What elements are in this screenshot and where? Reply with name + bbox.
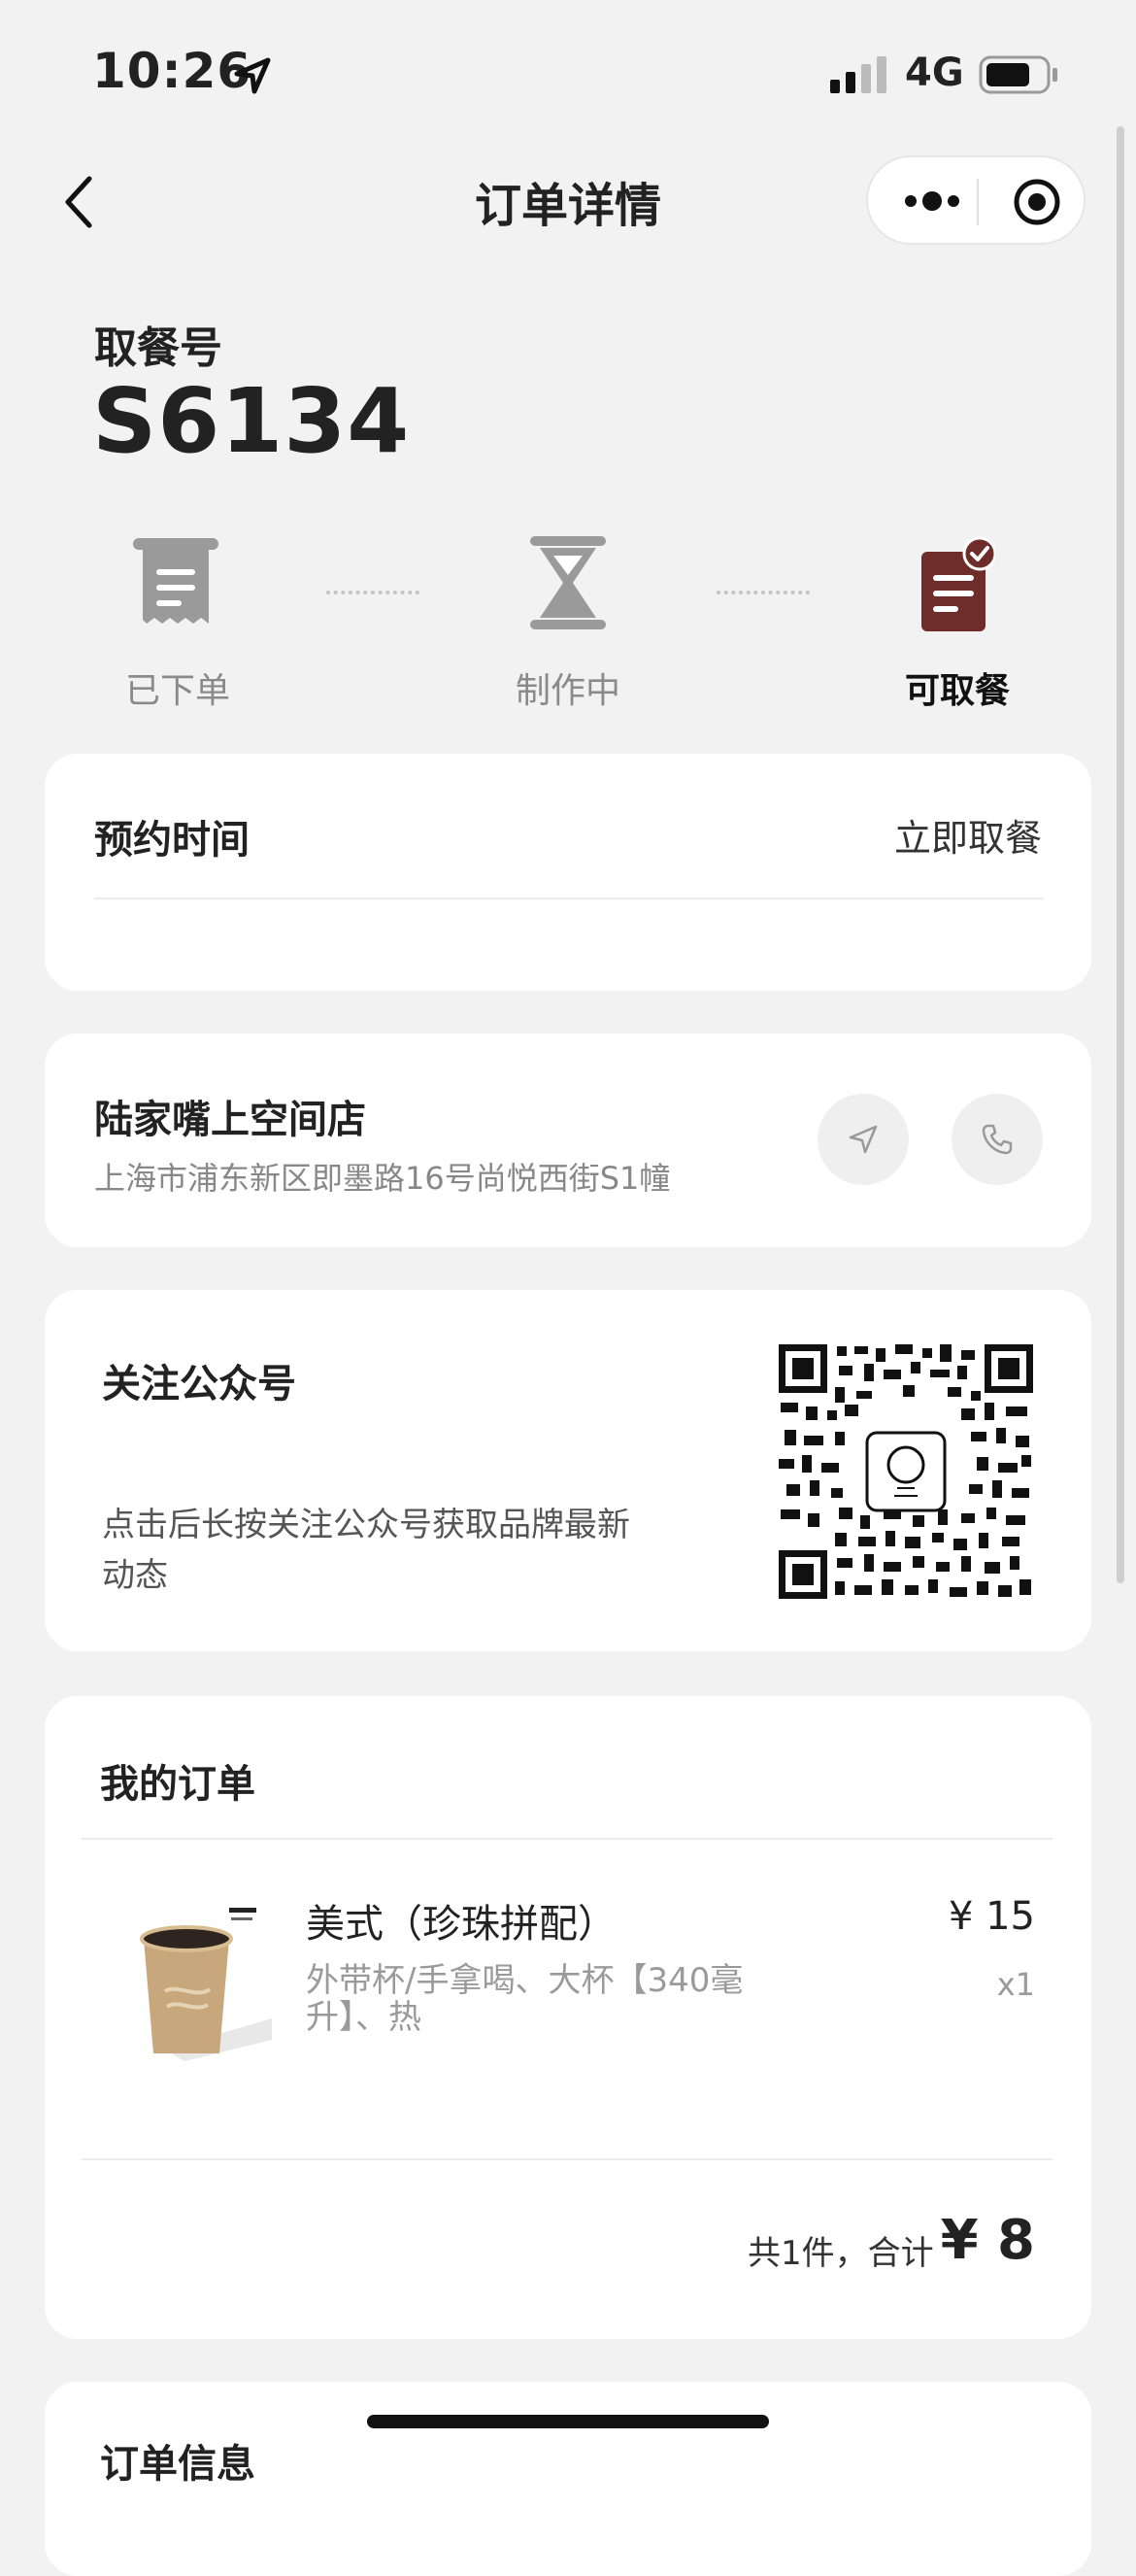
pickup-number: S6134 — [92, 369, 411, 473]
reservation-label: 预约时间 — [94, 818, 250, 863]
reservation-card — [45, 754, 1091, 991]
status-time: 10:26 — [92, 43, 252, 99]
location-arrow-icon — [234, 57, 271, 94]
my-order-title: 我的订单 — [100, 1762, 255, 1807]
step-connector — [326, 591, 419, 594]
qr-code-image[interactable] — [777, 1342, 1035, 1601]
step-making-label: 制作中 — [515, 671, 620, 711]
cellular-signal-icon — [830, 56, 886, 93]
navigate-button[interactable] — [818, 1094, 909, 1185]
total-label: 共1件，合计 — [748, 2234, 934, 2273]
hourglass-icon — [530, 536, 606, 629]
network-type: 4G — [905, 51, 964, 95]
step-connector — [717, 591, 810, 594]
follow-description: 点击后长按关注公众号获取品牌最新动态 — [102, 1506, 630, 1595]
item-quantity: x1 — [996, 1966, 1035, 2003]
mini-program-capsule — [866, 155, 1086, 245]
coffee-cup-image — [140, 1908, 272, 2061]
item-name: 美式（珍珠拼配） — [306, 1902, 617, 1947]
battery-icon — [979, 55, 1057, 94]
item-spec: 外带杯/手拿喝、大杯【340毫升】、热 — [306, 1961, 744, 2037]
store-name: 陆家嘴上空间店 — [94, 1098, 366, 1142]
total-amount: ¥ 8 — [940, 2209, 1035, 2272]
home-indicator[interactable] — [367, 2415, 769, 2428]
item-price: ¥ 15 — [948, 1894, 1035, 1939]
order-info-title: 订单信息 — [100, 2442, 255, 2487]
phone-icon — [982, 1124, 1013, 1155]
call-store-button[interactable] — [952, 1094, 1043, 1185]
ready-document-check-icon — [921, 536, 995, 631]
navigation-arrow-icon — [849, 1125, 878, 1154]
store-address: 上海市浦东新区即墨路16号尚悦西街S1幢 — [94, 1160, 671, 1197]
divider — [94, 898, 1044, 899]
scrollbar[interactable] — [1117, 126, 1124, 1583]
follow-title: 关注公众号 — [102, 1362, 296, 1407]
divider — [82, 1838, 1052, 1840]
more-dots-icon[interactable] — [903, 186, 961, 216]
step-ordered-label: 已下单 — [124, 671, 230, 711]
close-target-icon[interactable] — [1012, 177, 1062, 227]
receipt-icon — [133, 538, 218, 624]
reservation-value: 立即取餐 — [893, 817, 1042, 860]
divider — [82, 2158, 1052, 2160]
pickup-label: 取餐号 — [94, 323, 222, 373]
step-ready-label: 可取餐 — [904, 671, 1010, 711]
capsule-divider — [977, 179, 979, 225]
